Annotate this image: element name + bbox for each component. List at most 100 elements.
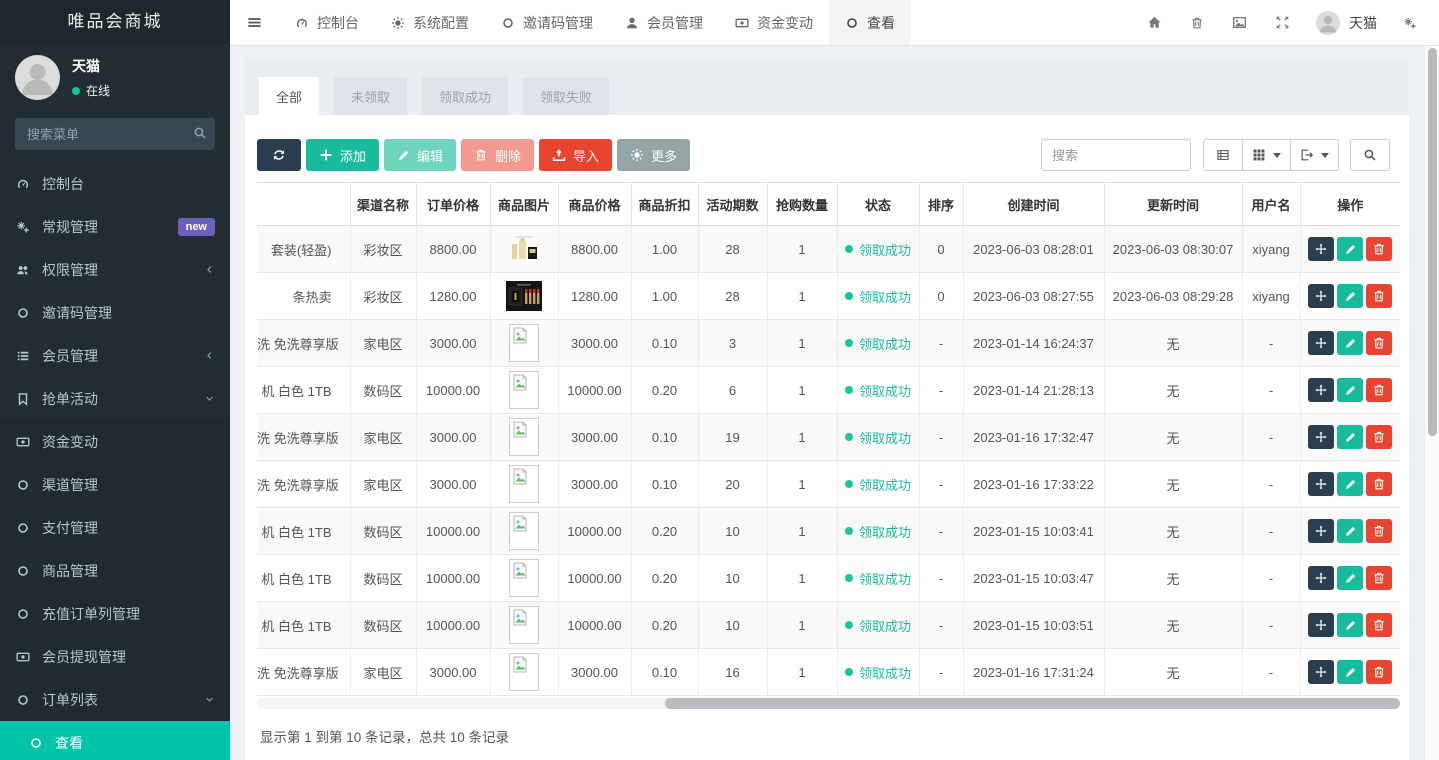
trash-icon [1372,242,1386,256]
export-button[interactable] [1291,139,1339,171]
move-button[interactable] [1308,425,1334,449]
topnav-item[interactable]: 查看 [829,0,911,45]
more-button[interactable]: 更多 [617,139,690,171]
tab[interactable]: 领取失败 [523,77,609,115]
detail-view-button[interactable] [1203,139,1243,171]
vertical-scrollbar-thumb[interactable] [1428,48,1437,436]
delete-button[interactable]: 删除 [461,139,534,171]
add-button[interactable]: 添加 [306,139,379,171]
sidebar-item[interactable]: 查看 [0,721,230,760]
row-delete-button[interactable] [1366,378,1392,402]
row-delete-button[interactable] [1366,613,1392,637]
row-delete-button[interactable] [1366,660,1392,684]
hamburger-menu-icon[interactable] [230,0,279,45]
table-search-input[interactable] [1041,139,1191,171]
import-button[interactable]: 导入 [539,139,612,171]
row-edit-button[interactable] [1337,660,1363,684]
row-delete-button[interactable] [1366,331,1392,355]
search-icon[interactable] [193,126,207,140]
search-toggle-button[interactable] [1350,139,1390,171]
move-button[interactable] [1308,378,1334,402]
edit-button[interactable]: 编辑 [384,139,456,171]
trash-icon [1372,618,1386,632]
move-button[interactable] [1308,613,1334,637]
home-icon[interactable] [1133,15,1176,30]
gear-icon [391,16,405,30]
sidebar-item[interactable]: 支付管理 [0,506,230,549]
more-button-label: 更多 [651,146,677,165]
move-button[interactable] [1308,331,1334,355]
sidebar-item-label: 控制台 [42,174,84,194]
move-button[interactable] [1308,660,1334,684]
row-delete-button[interactable] [1366,237,1392,261]
columns-button[interactable] [1243,139,1291,171]
vertical-scrollbar[interactable] [1424,46,1439,760]
actions-cell [1300,508,1400,555]
user-menu[interactable]: 天猫 [1304,11,1389,35]
sidebar-search-input[interactable] [15,118,215,150]
sidebar-item[interactable]: 邀请码管理 [0,291,230,334]
panel-body: 添加 编辑 删除 导入 更多 [245,115,1409,760]
username-cell: xiyang [1242,226,1300,273]
sidebar-item[interactable]: 商品管理 [0,549,230,592]
row-edit-button[interactable] [1337,378,1363,402]
horizontal-scrollbar[interactable] [257,698,1400,709]
move-button[interactable] [1308,284,1334,308]
move-button[interactable] [1308,237,1334,261]
row-delete-button[interactable] [1366,566,1392,590]
quantity-cell: 1 [767,414,837,461]
column-header: 更新时间 [1104,183,1242,226]
move-button[interactable] [1308,566,1334,590]
row-edit-button[interactable] [1337,566,1363,590]
quantity-cell: 1 [767,602,837,649]
row-edit-button[interactable] [1337,331,1363,355]
topnav-item[interactable]: 控制台 [279,0,375,45]
row-edit-button[interactable] [1337,519,1363,543]
topnav-item[interactable]: 系统配置 [375,0,485,45]
sidebar-item[interactable]: 资金变动 [0,420,230,463]
row-delete-button[interactable] [1366,472,1392,496]
sidebar-item[interactable]: 充值订单列管理 [0,592,230,635]
row-edit-button[interactable] [1337,472,1363,496]
topnav-item[interactable]: 邀请码管理 [485,0,609,45]
status-cell: 领取成功 [837,508,919,555]
product-price-cell: 10000.00 [558,602,631,649]
topnav-item[interactable]: 资金变动 [719,0,829,45]
tab[interactable]: 未领取 [334,77,407,115]
periods-cell: 16 [698,649,767,696]
row-delete-button[interactable] [1366,284,1392,308]
money-icon [15,650,31,664]
sidebar-item[interactable]: 订单列表 [0,678,230,721]
sidebar-item[interactable]: 抢单活动 [0,377,230,420]
move-button[interactable] [1308,519,1334,543]
broken-image-icon [509,418,539,456]
row-edit-button[interactable] [1337,284,1363,308]
sidebar-item[interactable]: 控制台 [0,162,230,205]
row-delete-button[interactable] [1366,425,1392,449]
tab[interactable]: 全部 [259,77,319,115]
trash-icon[interactable] [1176,16,1218,30]
updated-time-cell: 无 [1104,461,1242,508]
row-edit-button[interactable] [1337,425,1363,449]
sidebar-item[interactable]: 常规管理new [0,205,230,248]
money-icon [15,435,31,449]
sidebar-item[interactable]: 会员提现管理 [0,635,230,678]
sidebar: 唯品会商城 天猫 在线 控制台 常规管理new [0,0,230,760]
row-edit-button[interactable] [1337,237,1363,261]
topnav-item[interactable]: 会员管理 [609,0,719,45]
sidebar-item[interactable]: 权限管理 [0,248,230,291]
sidebar-item[interactable]: 渠道管理 [0,463,230,506]
table-row: 洗 免洗尊享版家电区3000.003000.000.10161领取成功-2023… [257,649,1400,696]
sort-cell: - [919,555,963,602]
sidebar-item[interactable]: 会员管理 [0,334,230,377]
fullscreen-icon[interactable] [1261,15,1304,30]
tab[interactable]: 领取成功 [422,77,508,115]
image-icon[interactable] [1218,15,1261,30]
horizontal-scrollbar-thumb[interactable] [665,698,1400,709]
refresh-button[interactable] [257,139,301,171]
settings-gears-icon[interactable] [1389,16,1431,30]
move-button[interactable] [1308,472,1334,496]
row-edit-button[interactable] [1337,613,1363,637]
row-delete-button[interactable] [1366,519,1392,543]
money-icon [735,16,749,30]
